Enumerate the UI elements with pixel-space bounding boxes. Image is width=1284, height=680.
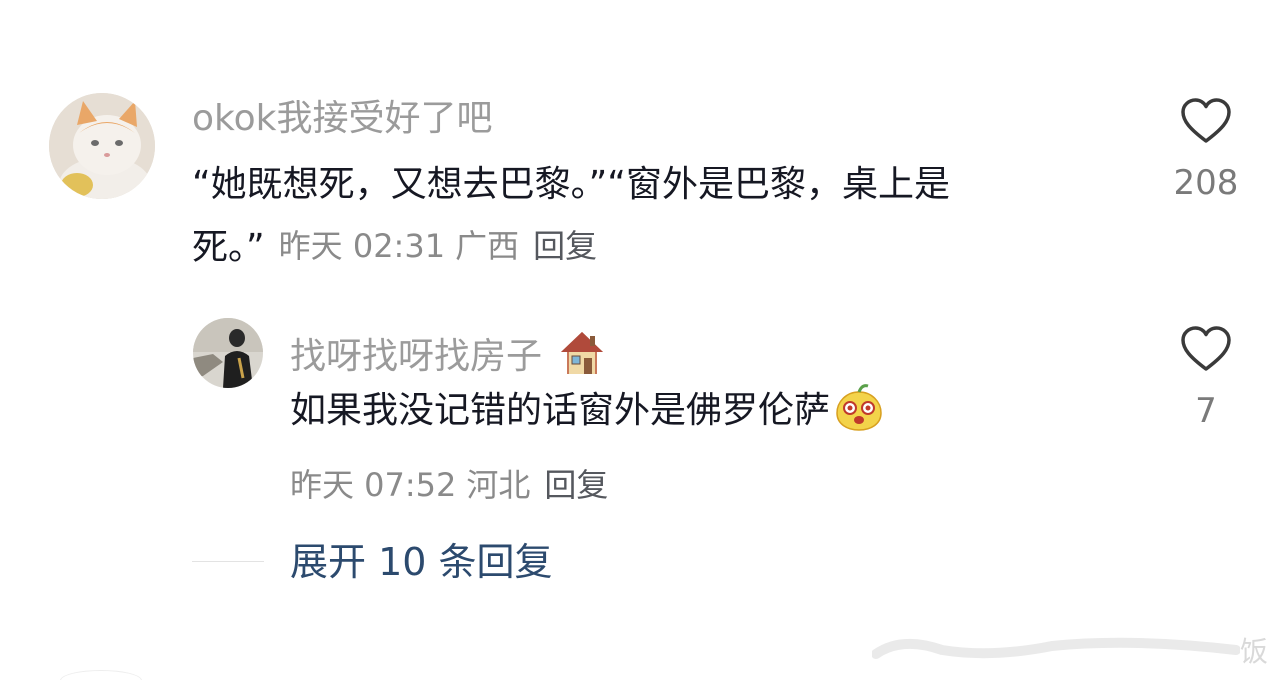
- expand-replies-button[interactable]: 展开 10 条回复: [290, 543, 553, 581]
- person-avatar-icon: [193, 318, 263, 388]
- comment-text: “她既想死，又想去巴黎。”“窗外是巴黎，桌上是死。” 昨天 02:31 广西 回复: [192, 153, 1097, 279]
- watermark-logo: [871, 628, 1241, 668]
- reply-meta: 昨天 07:52 河北 回复: [290, 460, 608, 506]
- reply-like-count: 7: [1195, 391, 1217, 431]
- comment-meta: 昨天 02:31 广西 回复: [279, 227, 597, 265]
- cute-face-emoji-icon: [834, 382, 884, 452]
- watermark-text: 饭: [1240, 635, 1269, 668]
- expand-divider: [192, 561, 264, 562]
- reply-location: 河北: [466, 466, 531, 504]
- like-count: 208: [1173, 163, 1239, 203]
- house-emoji-icon: [557, 328, 607, 385]
- reply-username-text: 找呀找呀找房子: [290, 336, 543, 377]
- cat-avatar-icon: [49, 93, 155, 199]
- reply-text: 如果我没记错的话窗外是佛罗伦萨: [290, 379, 884, 452]
- comment-time: 昨天 02:31: [278, 227, 446, 265]
- like-button[interactable]: [1180, 97, 1232, 145]
- reply-commenter-avatar[interactable]: [193, 318, 263, 388]
- reply-time: 昨天 07:52: [290, 466, 457, 504]
- reply-like-button[interactable]: [1180, 325, 1232, 373]
- reply-button[interactable]: 回复: [533, 227, 597, 265]
- reply-text-body: 如果我没记错的话窗外是佛罗伦萨: [290, 390, 831, 431]
- comment-location: 广西: [455, 227, 520, 265]
- commenter-avatar[interactable]: [49, 93, 155, 199]
- bottom-partial-avatar: [60, 670, 142, 680]
- reply-username[interactable]: 找呀找呀找房子: [290, 328, 607, 385]
- watermark-stroke-icon: [871, 637, 1241, 659]
- comment-username[interactable]: okok我接受好了吧: [192, 101, 492, 137]
- heart-icon: [1181, 326, 1231, 371]
- heart-icon: [1181, 98, 1231, 143]
- reply-reply-button[interactable]: 回复: [544, 466, 608, 504]
